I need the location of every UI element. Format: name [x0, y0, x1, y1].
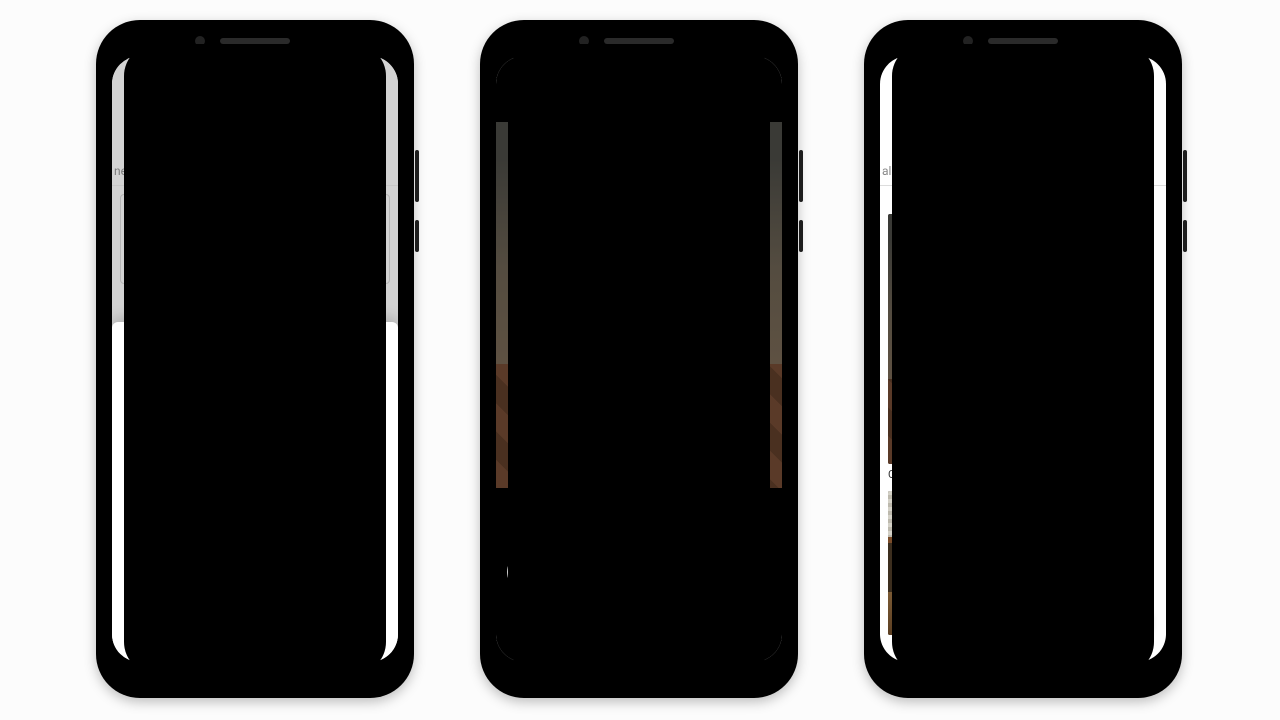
tab-related[interactable]: Related — [320, 164, 360, 185]
plus-icon: ＋ — [128, 572, 146, 590]
menu-photo[interactable]: Photo — [112, 360, 398, 394]
tab-partial[interactable]: al — [882, 164, 891, 185]
menu-file[interactable]: File — [112, 462, 398, 496]
attach-icon — [128, 470, 146, 488]
gesture-bar — [496, 652, 782, 656]
phone-1-screen: 4:33 ▢▣✱⋮· ⛭◉◢◢▮ ⋮ 00333 Bookable Resour… — [112, 56, 398, 662]
tab-row: al Customer Service Notes Timeline — [880, 160, 1166, 186]
phone-1-frame: 4:33 ▢▣✱⋮· ⛭◉◢◢▮ ⋮ 00333 Bookable Resour… — [96, 20, 414, 698]
back-icon[interactable] — [120, 90, 144, 114]
camera-icon — [128, 368, 146, 386]
record-title: 00333 — [892, 120, 1154, 139]
menu-video[interactable]: Video — [112, 394, 398, 428]
refresh-icon — [128, 640, 146, 658]
note-image[interactable]: FUJITAir — [888, 214, 1078, 464]
video-icon — [128, 402, 146, 420]
note-overflow-icon[interactable]: ⋯ — [1134, 495, 1158, 514]
back-icon[interactable] — [888, 90, 912, 114]
camera-capture-screen: FUJITAir — [496, 56, 782, 662]
tab-timeline[interactable]: Timeline — [1087, 164, 1133, 185]
menu-text[interactable]: Text — [112, 326, 398, 360]
menu-save[interactable]: Save — [112, 496, 398, 530]
tab-service[interactable]: Service — [980, 164, 1019, 185]
confirm-capture-button[interactable] — [615, 548, 663, 596]
app-header: ⋮ — [112, 86, 398, 118]
tab-service[interactable]: Service — [149, 164, 188, 185]
record-subtitle: Bookable Resource Booking — [892, 141, 1154, 154]
search-icon[interactable] — [1092, 90, 1116, 114]
menu-deactivate[interactable]: Deactivate — [112, 598, 398, 632]
viewfinder-image: FUJITAir — [496, 122, 782, 488]
phone-3-frame: 4:51 ▢▣✱⋮· ⛭◉◢◢▮ 00333 Bookable Resource… — [864, 20, 1182, 698]
three-phone-sequence: 4:33 ▢▣✱⋮· ⛭◉◢◢▮ ⋮ 00333 Bookable Resour… — [0, 0, 1280, 720]
menu-new[interactable]: ＋ New — [112, 564, 398, 598]
no-notes-placeholder: No related notes — [120, 194, 390, 284]
phone-3-screen: 4:51 ▢▣✱⋮· ⛭◉◢◢▮ 00333 Bookable Resource… — [880, 56, 1166, 662]
tab-customer[interactable]: Customer — [909, 164, 961, 185]
tab-row: ner Service Notes Timeline Related — [112, 160, 398, 186]
menu-save-close[interactable]: Save & Close — [112, 530, 398, 564]
note-card[interactable]: ⋯ — [888, 491, 1158, 635]
save-icon — [128, 504, 146, 522]
search-icon[interactable] — [284, 90, 308, 114]
mic-icon — [128, 436, 146, 454]
notes-list[interactable]: ⋯ FUJITAir Corroded base causing leak — [880, 206, 1166, 662]
overflow-icon[interactable]: ⋮ — [364, 90, 388, 114]
add-icon[interactable] — [1132, 90, 1156, 114]
tab-notes[interactable]: Notes — [1037, 164, 1069, 186]
tab-timeline[interactable]: Timeline — [256, 164, 302, 185]
deactivate-icon — [128, 606, 146, 624]
menu-refresh[interactable]: Refresh — [112, 632, 398, 662]
note-card[interactable]: ⋯ FUJITAir Corroded base causing leak — [888, 214, 1158, 481]
clock: 4:51 — [894, 66, 914, 77]
app-header — [880, 86, 1166, 118]
status-bar: 4:33 ▢▣✱⋮· ⛭◉◢◢▮ — [112, 56, 398, 86]
text-icon — [128, 334, 146, 352]
tab-notes[interactable]: Notes — [206, 164, 238, 186]
list-fab[interactable] — [1106, 598, 1150, 642]
phone-2-screen: FUJITAir — [496, 56, 782, 662]
record-subtitle: Bookable Resource Booking — [124, 141, 386, 154]
phone-2-frame: FUJITAir — [480, 20, 798, 698]
clock: 4:33 — [126, 66, 146, 77]
retake-button[interactable] — [507, 554, 543, 590]
sheet-scrim[interactable] — [112, 56, 398, 662]
add-icon[interactable] — [324, 90, 348, 114]
menu-audio[interactable]: Audio — [112, 428, 398, 462]
record-title: 00333 — [124, 120, 386, 139]
note-overflow-icon[interactable]: ⋯ — [1134, 218, 1158, 237]
note-image[interactable] — [888, 491, 1078, 635]
status-bar: 4:51 ▢▣✱⋮· ⛭◉◢◢▮ — [880, 56, 1166, 86]
save-close-icon — [128, 538, 146, 556]
note-caption: Corroded base causing leak — [888, 468, 1158, 481]
brand-label: FUJIT — [694, 323, 715, 332]
action-sheet: Text Photo Video Audio File Save Save & … — [112, 322, 398, 662]
